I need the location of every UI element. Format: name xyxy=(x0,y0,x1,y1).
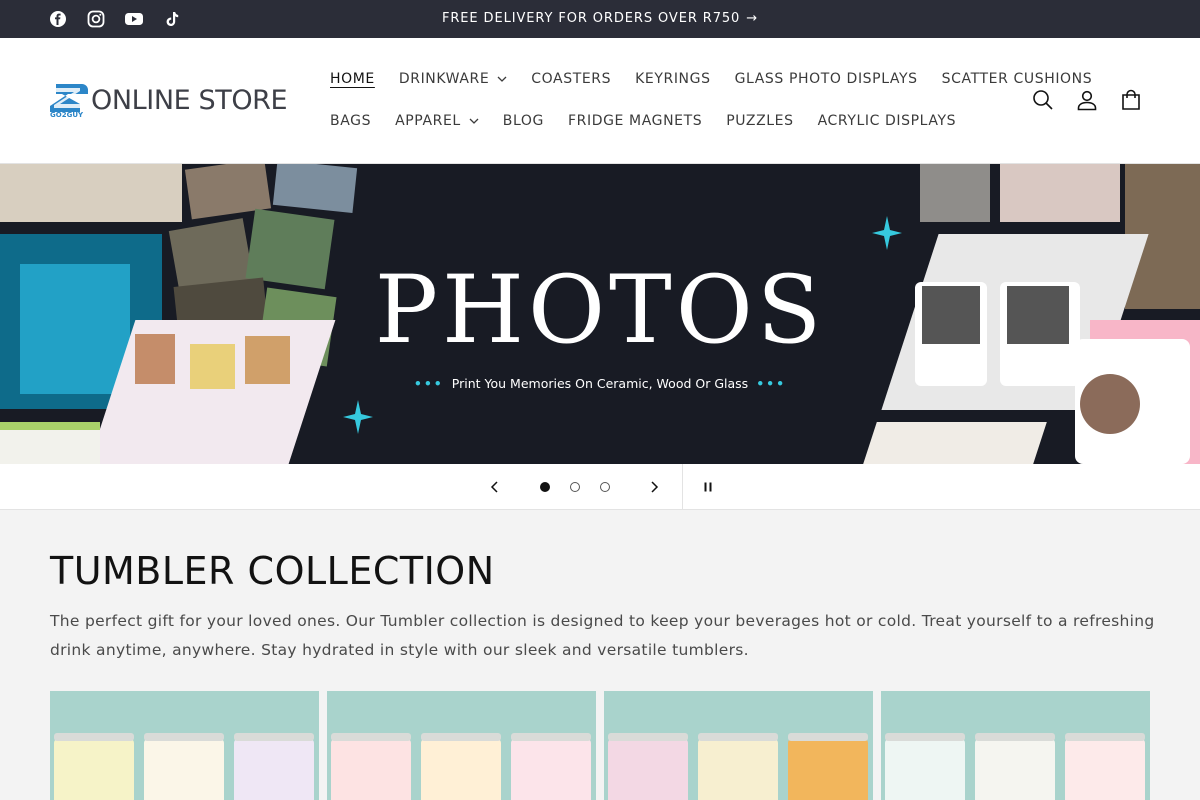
product-image xyxy=(234,733,314,800)
nav-blog[interactable]: BLOG xyxy=(503,113,544,129)
product-image xyxy=(421,733,501,800)
logo-text: ONLINE STORE xyxy=(91,85,288,116)
nav-puzzles[interactable]: PUZZLES xyxy=(726,113,793,129)
product-image xyxy=(1065,733,1145,800)
collection-description: The perfect gift for your loved ones. Ou… xyxy=(50,612,1155,659)
header-icons xyxy=(1032,89,1142,111)
product-card[interactable] xyxy=(604,691,873,800)
banner-photo-collage-right xyxy=(860,164,1200,464)
slider-controls xyxy=(0,464,1200,510)
hero-banner[interactable]: PHOTOS ••• Print You Memories On Ceramic,… xyxy=(0,164,1200,464)
product-card[interactable] xyxy=(881,691,1150,800)
nav-coasters[interactable]: COASTERS xyxy=(531,71,611,87)
nav-scatter-cushions[interactable]: SCATTER CUSHIONS xyxy=(942,71,1093,87)
slide-dot-3[interactable] xyxy=(600,482,610,492)
product-image xyxy=(331,733,411,800)
store-logo[interactable]: GO2GUY ONLINE STORE xyxy=(50,84,295,120)
nav-acrylic-displays[interactable]: ACRYLIC DISPLAYS xyxy=(818,113,957,129)
main-nav-row-2: BAGS APPAREL BLOG FRIDGE MAGNETS PUZZLES… xyxy=(330,113,956,129)
nav-glass-photo-displays[interactable]: GLASS PHOTO DISPLAYS xyxy=(735,71,918,87)
nav-apparel-label: APPAREL xyxy=(395,113,461,129)
controls-divider xyxy=(682,464,683,510)
collection-title: TUMBLER COLLECTION xyxy=(50,549,495,593)
logo-mark-icon xyxy=(50,84,88,112)
chevron-down-icon xyxy=(497,76,507,82)
search-icon[interactable] xyxy=(1032,89,1054,111)
nav-fridge-magnets[interactable]: FRIDGE MAGNETS xyxy=(568,113,702,129)
product-image xyxy=(144,733,224,800)
nav-home[interactable]: HOME xyxy=(330,71,375,87)
site-header: GO2GUY ONLINE STORE HOME DRINKWARE COAST… xyxy=(0,38,1200,164)
pause-icon[interactable] xyxy=(699,478,717,496)
dots-decoration: ••• xyxy=(413,376,444,391)
slide-dot-2[interactable] xyxy=(570,482,580,492)
product-card[interactable] xyxy=(327,691,596,800)
nav-bags[interactable]: BAGS xyxy=(330,113,371,129)
account-icon[interactable] xyxy=(1076,89,1098,111)
announcement-link[interactable]: FREE DELIVERY FOR ORDERS OVER R750 → xyxy=(0,11,1200,26)
chevron-left-icon[interactable] xyxy=(486,478,504,496)
announcement-bar: FREE DELIVERY FOR ORDERS OVER R750 → xyxy=(0,0,1200,38)
main-nav-row-1: HOME DRINKWARE COASTERS KEYRINGS GLASS P… xyxy=(330,71,1092,87)
product-image xyxy=(698,733,778,800)
nav-keyrings[interactable]: KEYRINGS xyxy=(635,71,710,87)
sparkle-icon xyxy=(343,400,373,434)
chevron-down-icon xyxy=(469,118,479,124)
dots-decoration: ••• xyxy=(756,376,787,391)
product-image xyxy=(788,733,868,800)
banner-subtitle: Print You Memories On Ceramic, Wood Or G… xyxy=(451,376,749,391)
slide-dot-1[interactable] xyxy=(540,482,550,492)
product-image xyxy=(975,733,1055,800)
announcement-text: FREE DELIVERY FOR ORDERS OVER R750 xyxy=(441,11,741,26)
chevron-right-icon[interactable] xyxy=(645,478,663,496)
nav-apparel[interactable]: APPAREL xyxy=(395,113,479,129)
product-image xyxy=(54,733,134,800)
nav-drinkware[interactable]: DRINKWARE xyxy=(399,71,507,87)
product-image xyxy=(885,733,965,800)
product-image xyxy=(511,733,591,800)
logo-subtext: GO2GUY xyxy=(50,111,84,119)
nav-drinkware-label: DRINKWARE xyxy=(398,71,490,87)
product-image xyxy=(608,733,688,800)
product-card[interactable] xyxy=(50,691,319,800)
cart-icon[interactable] xyxy=(1120,89,1142,111)
arrow-right-icon: → xyxy=(746,11,759,26)
